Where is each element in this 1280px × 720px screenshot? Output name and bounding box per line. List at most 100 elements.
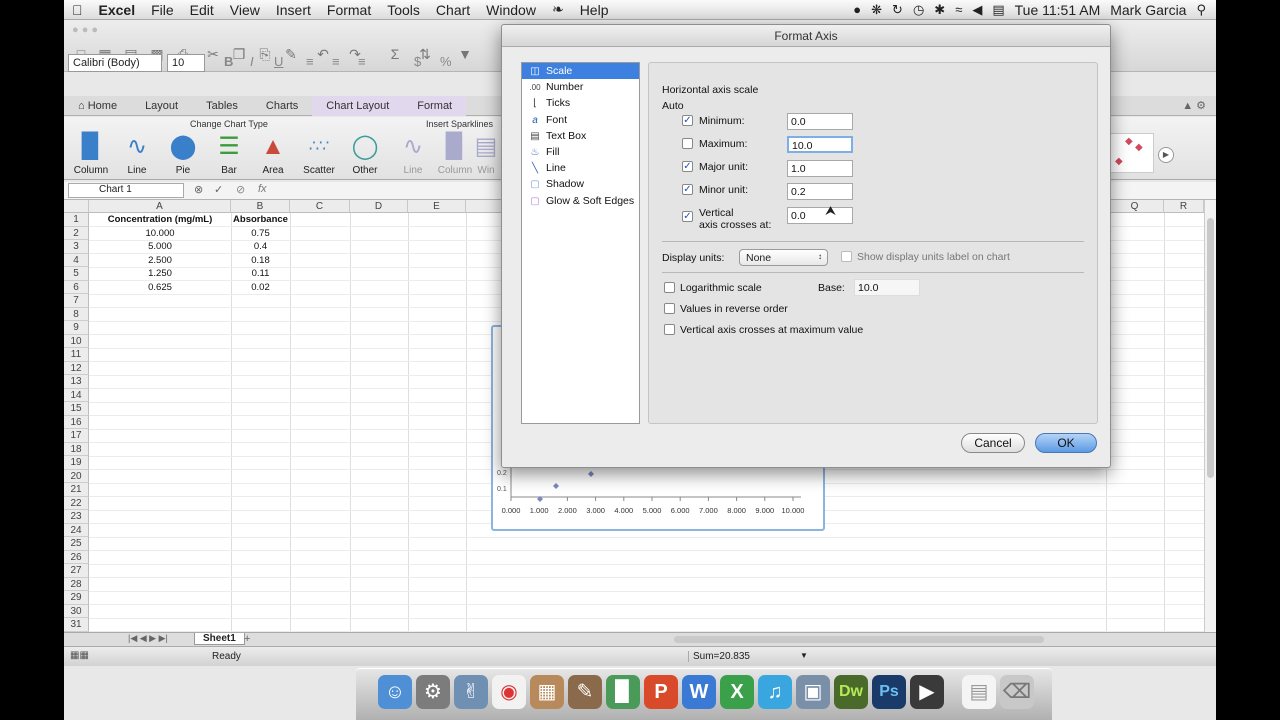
row-header[interactable]: 26: [64, 550, 89, 564]
row-header[interactable]: 11: [64, 348, 89, 362]
row-header[interactable]: 20: [64, 469, 89, 483]
wifi-icon[interactable]: ≈: [955, 2, 962, 17]
ok-button[interactable]: OK: [1035, 433, 1097, 453]
row-header[interactable]: 30: [64, 604, 89, 618]
row-header[interactable]: 2: [64, 226, 89, 240]
scroll-thumb[interactable]: [1207, 218, 1214, 478]
add-sheet-icon[interactable]: +: [244, 633, 250, 645]
category-number[interactable]: .00 Number: [522, 79, 639, 95]
menu-help[interactable]: Help: [572, 2, 617, 18]
row-header[interactable]: 16: [64, 415, 89, 429]
horizontal-scrollbar[interactable]: [674, 636, 1044, 643]
row-header[interactable]: 3: [64, 240, 89, 254]
sparkline-winloss-button[interactable]: ▤ Win: [474, 133, 498, 176]
category-glow[interactable]: ▢ Glow & Soft Edges: [522, 193, 639, 209]
column-header[interactable]: A: [89, 200, 231, 213]
pie-chart-button[interactable]: ⬤ Pie: [160, 133, 206, 176]
reverse-order-checkbox[interactable]: [664, 303, 675, 314]
data-cell[interactable]: 0.75: [231, 227, 290, 240]
filter-icon[interactable]: ▼: [454, 46, 476, 64]
bold-icon[interactable]: B: [224, 54, 233, 69]
status-sum[interactable]: Sum=20.835: [688, 651, 814, 662]
trash-icon[interactable]: ⌫: [1000, 675, 1034, 709]
tab-chart-layout[interactable]: Chart Layout: [312, 95, 404, 116]
itunes-icon[interactable]: ♫: [758, 675, 792, 709]
clock[interactable]: Tue 11:51 AM: [1015, 2, 1101, 18]
battery-icon[interactable]: ▤: [992, 2, 1004, 18]
row-header[interactable]: 18: [64, 442, 89, 456]
menu-chart[interactable]: Chart: [428, 2, 478, 18]
name-box[interactable]: Chart 1: [68, 183, 184, 198]
percent-icon[interactable]: %: [440, 54, 452, 69]
display-units-select[interactable]: None ↕: [739, 249, 828, 266]
category-line[interactable]: ╲ Line: [522, 160, 639, 176]
data-cell[interactable]: 0.18: [231, 254, 290, 267]
row-header[interactable]: 29: [64, 591, 89, 605]
dreamweaver-icon[interactable]: Dw: [834, 675, 868, 709]
currency-icon[interactable]: $: [414, 54, 421, 69]
chrome-icon[interactable]: ◉: [492, 675, 526, 709]
sparkline-column-button[interactable]: ▉ Column: [432, 133, 478, 176]
tab-format[interactable]: Format: [403, 95, 467, 116]
align-right-icon[interactable]: ≡: [358, 54, 366, 69]
gear-status-icon[interactable]: ❋: [871, 2, 882, 18]
data-cell[interactable]: 1.250: [89, 267, 231, 280]
autosum-icon[interactable]: Σ: [384, 46, 406, 64]
axis-crosses-input[interactable]: 0.0: [787, 207, 853, 224]
column-header[interactable]: D: [350, 200, 408, 213]
category-ticks[interactable]: ⌊ Ticks: [522, 95, 639, 111]
column-header[interactable]: R: [1164, 200, 1204, 213]
data-cell[interactable]: 5.000: [89, 240, 231, 253]
menu-view[interactable]: View: [222, 2, 268, 18]
row-header[interactable]: 22: [64, 496, 89, 510]
row-header[interactable]: 31: [64, 618, 89, 632]
ribbon-options-icon[interactable]: ▲ ⚙: [1182, 99, 1216, 112]
quicktime-icon[interactable]: ▶: [910, 675, 944, 709]
gallery-next-icon[interactable]: ▶: [1158, 147, 1174, 163]
data-cell[interactable]: 0.625: [89, 281, 231, 294]
undo-icon[interactable]: ↶: [312, 46, 334, 64]
bluetooth-icon[interactable]: ✱: [934, 2, 945, 18]
user-name[interactable]: Mark Garcia: [1110, 2, 1186, 18]
row-header[interactable]: 17: [64, 429, 89, 443]
script-icon[interactable]: ✎: [568, 675, 602, 709]
normal-view-icon[interactable]: ▦▦: [70, 650, 89, 661]
insert-function-icon[interactable]: ⊘: [236, 183, 245, 196]
time-machine-icon[interactable]: ◷: [913, 2, 924, 18]
row-header[interactable]: 1: [64, 213, 89, 227]
minor-unit-input[interactable]: 0.2: [787, 183, 853, 200]
menu-insert[interactable]: Insert: [268, 2, 319, 18]
category-fill[interactable]: ♨ Fill: [522, 144, 639, 160]
scatter-chart-button[interactable]: ∴∵ Scatter: [296, 133, 342, 176]
chevron-down-icon[interactable]: ▼: [800, 651, 808, 660]
bar-chart-button[interactable]: ☰ Bar: [206, 133, 252, 176]
row-header[interactable]: 25: [64, 537, 89, 551]
row-header[interactable]: 28: [64, 577, 89, 591]
keynote-icon[interactable]: ▦: [530, 675, 564, 709]
font-size-select[interactable]: 10: [167, 54, 205, 72]
photos-icon[interactable]: ▣: [796, 675, 830, 709]
paste-icon[interactable]: ⎘: [254, 46, 276, 64]
tab-home[interactable]: ⌂ Home: [64, 96, 131, 116]
sparkline-line-button[interactable]: ∿ Line: [390, 133, 436, 176]
underline-icon[interactable]: U: [274, 54, 283, 69]
data-cell[interactable]: 10.000: [89, 227, 231, 240]
row-header[interactable]: 4: [64, 253, 89, 267]
column-header[interactable]: C: [290, 200, 350, 213]
chart-style-preview[interactable]: ◆ ◆ ◆: [1110, 133, 1154, 173]
row-header[interactable]: 15: [64, 402, 89, 416]
header-cell[interactable]: Concentration (mg/mL): [89, 213, 231, 226]
column-header[interactable]: Q: [1106, 200, 1164, 213]
column-chart-button[interactable]: ▉ Column: [68, 133, 114, 176]
minimum-auto-checkbox[interactable]: ✓: [682, 115, 693, 126]
category-shadow[interactable]: ▢ Shadow: [522, 176, 639, 192]
row-header[interactable]: 8: [64, 307, 89, 321]
preview-icon[interactable]: ✌: [454, 675, 488, 709]
data-cell[interactable]: 0.02: [231, 281, 290, 294]
document-icon[interactable]: ▤: [962, 675, 996, 709]
confirm-formula-icon[interactable]: ✓: [214, 183, 223, 196]
apple-icon[interactable]: : [64, 2, 91, 18]
minimum-input[interactable]: 0.0: [787, 113, 853, 130]
base-input[interactable]: 10.0: [854, 279, 920, 296]
data-cell[interactable]: 2.500: [89, 254, 231, 267]
